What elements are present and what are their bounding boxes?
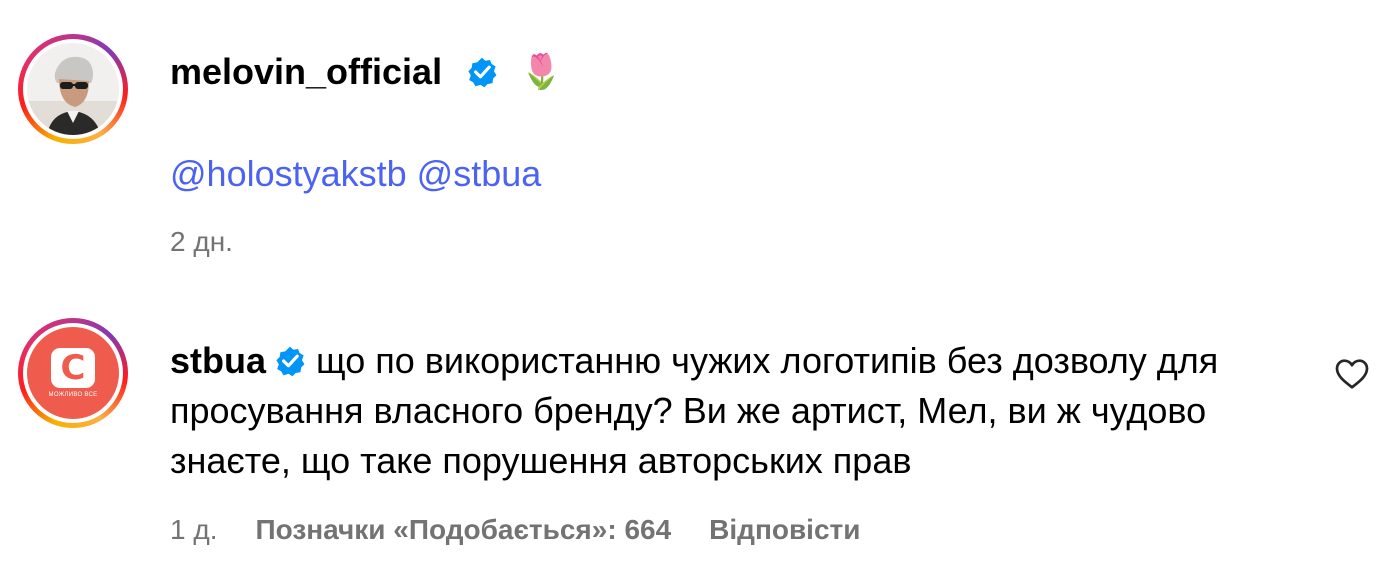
post-mentions: @holostyakstb @stbua	[170, 152, 541, 196]
person-photo-icon	[27, 43, 119, 135]
verified-badge-icon	[468, 57, 497, 88]
avatar-melovin[interactable]	[27, 43, 119, 135]
stb-logo-caption: МОЖЛИВО ВСЕ	[48, 392, 98, 398]
comment-avatar-ring[interactable]: C МОЖЛИВО ВСЕ	[18, 318, 128, 428]
mention-stbua[interactable]: @stbua	[417, 153, 542, 194]
likes-count[interactable]: Позначки «Подобається»: 664	[255, 512, 671, 548]
rose-emoji: 🌷	[520, 53, 563, 91]
post-timestamp[interactable]: 2 дн.	[170, 224, 233, 260]
stb-logo: C	[51, 348, 95, 388]
comment-username[interactable]: stbua	[170, 340, 266, 381]
comment-avatar-border: C МОЖЛИВО ВСЕ	[23, 323, 123, 423]
post-avatar-border	[23, 39, 123, 139]
reply-button[interactable]: Відповісти	[709, 512, 860, 548]
post-avatar-ring[interactable]	[18, 34, 128, 144]
heart-outline-icon[interactable]	[1334, 356, 1370, 390]
comment-footer: 1 д. Позначки «Подобається»: 664 Відпові…	[170, 512, 860, 548]
comment-text: що по використанню чужих логотипів без д…	[170, 340, 1219, 481]
avatar-stbua[interactable]: C МОЖЛИВО ВСЕ	[27, 327, 119, 419]
post-username[interactable]: melovin_official	[170, 50, 442, 94]
comment-timestamp[interactable]: 1 д.	[170, 512, 217, 548]
verified-badge-icon	[276, 346, 305, 377]
mention-holostyakstb[interactable]: @holostyakstb	[170, 153, 407, 194]
comment-body: stbua що по використанню чужих логотипів…	[170, 336, 1290, 486]
